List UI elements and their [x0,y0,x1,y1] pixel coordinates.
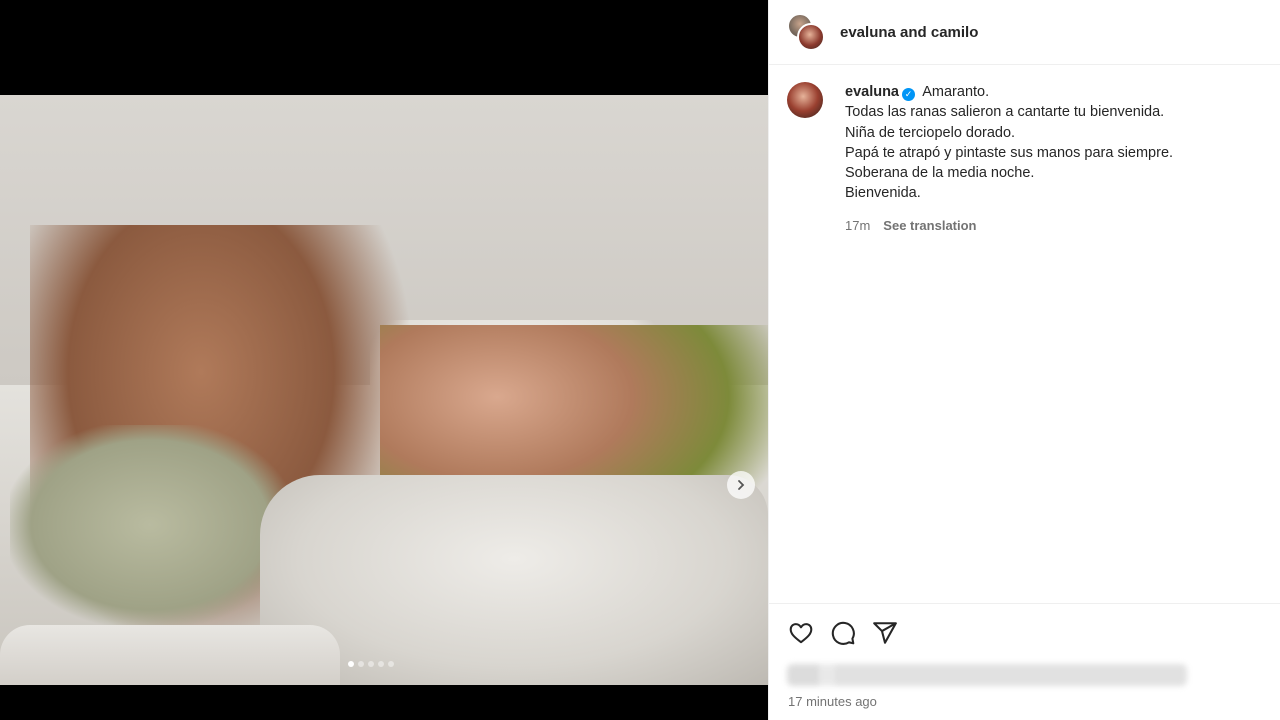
carousel-dot [358,661,364,667]
carousel-dot [348,661,354,667]
like-button[interactable] [787,619,815,647]
share-button[interactable] [871,619,899,647]
caption-meta: 17m See translation [845,216,1173,236]
carousel-dot [368,661,374,667]
avatar[interactable] [787,82,823,118]
caption-text: Papá te atrapó y pintaste sus manos para… [845,144,1174,161]
post-timestamp[interactable]: 17 minutes ago [788,694,877,709]
post-viewer: evaluna and camilo evaluna ✓ Amaranto. To… [0,0,1280,720]
collab-avatars[interactable] [787,13,825,51]
post-media [0,0,768,720]
post-side-panel: evaluna and camilo evaluna ✓ Amaranto. To… [768,0,1280,720]
post-header: evaluna and camilo [769,0,1280,65]
comment-button[interactable] [829,619,857,647]
caption-text: Niña de terciopelo dorado. [845,124,1016,141]
caption-text: Todas las ranas salieron a cantarte tu b… [845,104,1165,121]
likes-summary-redacted [787,664,1187,686]
carousel-dot [388,661,394,667]
heart-icon [789,623,813,644]
chevron-right-icon [738,480,745,490]
carousel-next-button[interactable] [727,471,755,499]
verified-badge-icon: ✓ [902,87,915,101]
photo-child [10,425,290,625]
share-icon [873,622,897,644]
carousel-indicator [348,661,394,667]
post-photo[interactable] [0,95,768,685]
caption-text: Bienvenida. [845,185,921,202]
caption-body: evaluna ✓ Amaranto. Todas las ranas salie… [845,82,1173,236]
post-caption: evaluna ✓ Amaranto. Todas las ranas salie… [787,82,1260,236]
caption-text: Soberana de la media noche. [845,165,1035,182]
post-actions-section: 17 minutes ago [769,603,1280,720]
carousel-dot [378,661,384,667]
see-translation-link[interactable]: See translation [883,216,976,236]
caption-username[interactable]: evaluna [845,84,899,100]
caption-time[interactable]: 17m [845,216,870,236]
post-actions [769,604,1280,647]
caption-text: Amaranto. [922,84,990,100]
post-authors[interactable]: evaluna and camilo [840,24,978,41]
comment-icon [831,621,855,645]
avatar [797,23,825,51]
photo-foreground [0,625,340,685]
caption-line-1: evaluna ✓ Amaranto. [845,82,1173,102]
